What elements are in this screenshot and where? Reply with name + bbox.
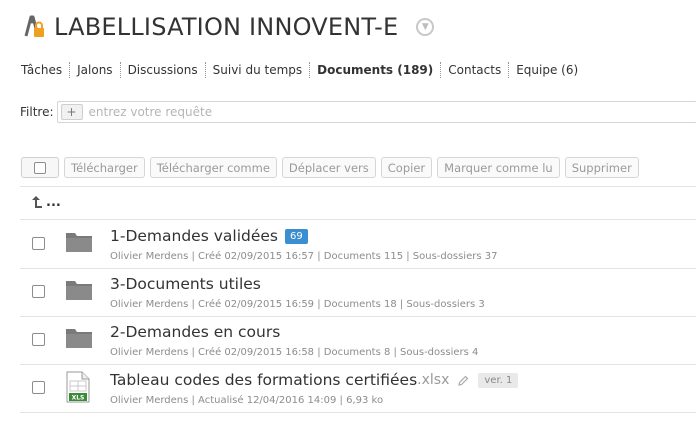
row-checkbox[interactable]: [32, 333, 45, 346]
move-to-button[interactable]: Déplacer vers: [281, 157, 376, 178]
project-lock-icon: [24, 15, 44, 37]
tab-documents[interactable]: Documents (189): [310, 62, 442, 78]
excel-icon-label: XLS: [72, 395, 85, 402]
folder-icon: [66, 233, 92, 252]
row-checkbox[interactable]: [32, 237, 45, 250]
row-checkbox[interactable]: [32, 285, 45, 298]
divider: [20, 186, 696, 187]
up-arrow-icon: [32, 196, 42, 208]
row-checkbox[interactable]: [32, 381, 45, 394]
list-item[interactable]: XLS Tableau codes des formations certifi…: [20, 364, 696, 412]
version-badge: ver. 1: [478, 372, 519, 388]
filter-input[interactable]: [88, 105, 609, 119]
page-title: LABELLISATION INNOVENT-E: [54, 13, 399, 41]
tab-jalons[interactable]: Jalons: [70, 62, 121, 78]
list-item[interactable]: 2-Demandes en cours Olivier Merdens | Cr…: [20, 316, 696, 364]
list-item[interactable]: 3-Documents utiles Olivier Merdens | Cré…: [20, 268, 696, 316]
tab-discussions[interactable]: Discussions: [121, 62, 206, 78]
select-all-checkbox[interactable]: [21, 157, 59, 178]
item-meta: Olivier Merdens | Créé 02/09/2015 16:58 …: [110, 347, 479, 358]
file-name[interactable]: Tableau codes des formations certifiées.…: [110, 371, 519, 389]
unread-count-badge: 69: [285, 228, 308, 244]
copy-button[interactable]: Copier: [380, 157, 433, 178]
tab-taches[interactable]: Tâches: [14, 62, 71, 78]
filter-bar: Filtre: +: [20, 101, 696, 123]
tab-bar: Tâches Jalons Discussions Suivi du temps…: [14, 60, 585, 80]
item-meta: Olivier Merdens | Actualisé 12/04/2016 1…: [110, 395, 384, 406]
filter-label: Filtre:: [20, 105, 54, 119]
folder-icon: [66, 281, 92, 300]
filter-box: +: [56, 101, 696, 123]
tab-equipe[interactable]: Equipe (6): [509, 62, 585, 78]
download-as-button[interactable]: Télécharger comme: [149, 157, 277, 178]
chevron-down-icon[interactable]: ▼: [416, 18, 435, 36]
checkbox-box: [34, 161, 46, 174]
mark-as-read-button[interactable]: Marquer comme lu: [437, 157, 560, 178]
tab-suivi-du-temps[interactable]: Suivi du temps: [206, 62, 311, 78]
parent-folder-link[interactable]: ...: [30, 195, 61, 210]
item-meta: Olivier Merdens | Créé 02/09/2015 16:57 …: [110, 251, 498, 262]
project-header: LABELLISATION INNOVENT-E ▼: [20, 10, 435, 44]
list-item[interactable]: 1-Demandes validées 69 Olivier Merdens |…: [20, 220, 696, 268]
divider: [20, 412, 696, 413]
parent-folder-label: ...: [46, 195, 61, 210]
folder-name[interactable]: 1-Demandes validées 69: [110, 227, 308, 245]
excel-file-icon: XLS: [66, 371, 90, 403]
folder-name[interactable]: 2-Demandes en cours: [110, 323, 280, 341]
tab-contacts[interactable]: Contacts: [441, 62, 510, 78]
file-title[interactable]: Tableau codes des formations certifiées: [110, 371, 417, 389]
folder-title[interactable]: 1-Demandes validées: [110, 227, 278, 245]
folder-title[interactable]: 2-Demandes en cours: [110, 323, 280, 341]
pencil-icon[interactable]: [458, 375, 469, 386]
item-meta: Olivier Merdens | Créé 02/09/2015 16:59 …: [110, 299, 485, 310]
delete-button[interactable]: Supprimer: [564, 157, 639, 178]
folder-name[interactable]: 3-Documents utiles: [110, 275, 261, 293]
document-toolbar: Télécharger Télécharger comme Déplacer v…: [21, 157, 644, 178]
download-button[interactable]: Télécharger: [64, 157, 145, 178]
folder-title[interactable]: 3-Documents utiles: [110, 275, 261, 293]
add-filter-button[interactable]: +: [60, 104, 83, 120]
folder-icon: [66, 329, 92, 348]
file-extension: .xlsx: [417, 372, 450, 388]
